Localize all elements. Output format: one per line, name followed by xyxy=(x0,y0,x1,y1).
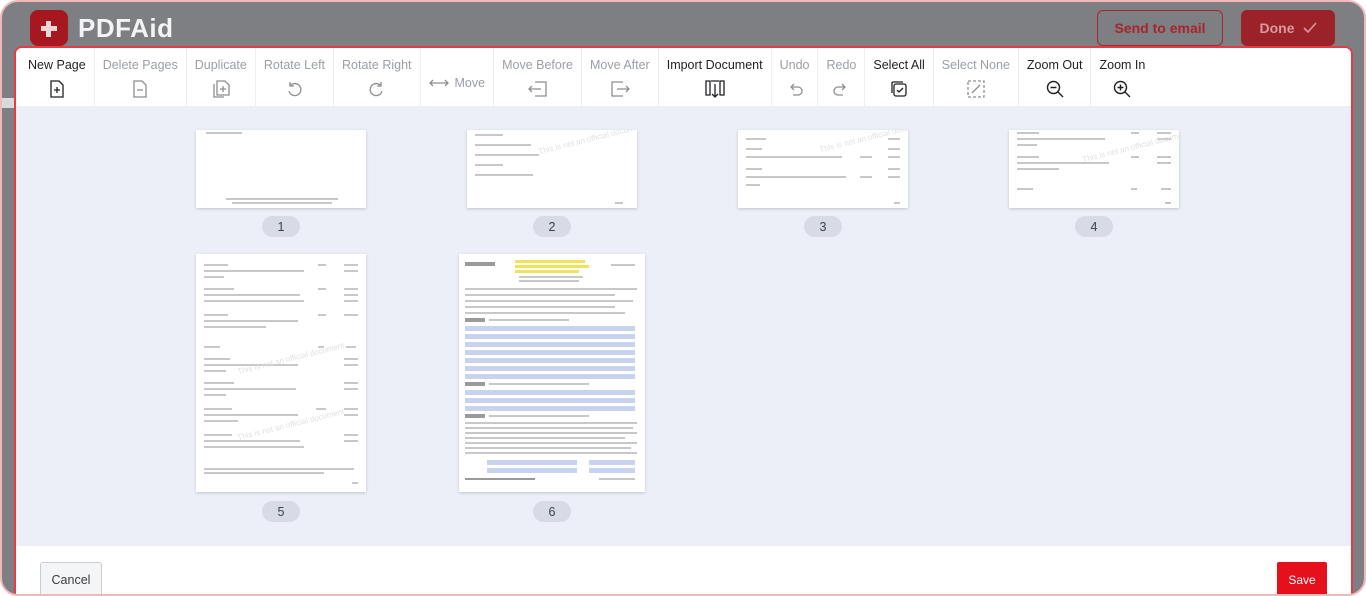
save-button[interactable]: Save xyxy=(1277,562,1327,594)
zoom-out-label: Zoom Out xyxy=(1026,58,1083,72)
select-all-button[interactable]: Select All xyxy=(865,48,934,106)
undo-icon xyxy=(789,83,803,96)
select-none-label: Select None xyxy=(941,58,1010,72)
delete-pages-label: Delete Pages xyxy=(102,58,178,72)
page-number-badge: 1 xyxy=(262,216,300,237)
delete-pages-icon xyxy=(133,80,147,98)
duplicate-label: Duplicate xyxy=(194,58,247,72)
rotate-left-icon xyxy=(288,82,302,97)
import-document-button[interactable]: Import Document xyxy=(659,48,772,106)
zoom-in-icon xyxy=(1114,80,1131,98)
rotate-right-label: Rotate Right xyxy=(342,58,412,72)
move-icon xyxy=(428,79,449,87)
zoom-in-label: Zoom In xyxy=(1099,58,1146,72)
app-window: PDFAid Send to email Done New Page Delet… xyxy=(0,0,1366,596)
undo-label: Undo xyxy=(779,58,810,72)
select-all-label: Select All xyxy=(873,58,925,72)
new-page-button[interactable]: New Page xyxy=(20,48,95,106)
move-after-label: Move After xyxy=(589,58,650,72)
move-after-icon xyxy=(611,81,630,97)
logo-plus-icon xyxy=(30,10,68,46)
background-page-edge xyxy=(2,98,14,108)
select-none-icon xyxy=(967,80,985,98)
toolbar: New Page Delete Pages Duplicate Rotate L… xyxy=(16,48,1351,106)
send-to-email-label: Send to email xyxy=(1114,20,1206,36)
select-all-icon xyxy=(891,81,907,97)
app-header: PDFAid Send to email Done xyxy=(2,2,1364,52)
page-thumbnail-6[interactable] xyxy=(459,254,645,492)
move-after-button[interactable]: Move After xyxy=(582,48,659,106)
rotate-right-button[interactable]: Rotate Right xyxy=(334,48,421,106)
rotate-right-icon xyxy=(369,82,383,97)
zoom-out-icon xyxy=(1046,80,1064,98)
import-document-label: Import Document xyxy=(666,58,763,72)
undo-button[interactable]: Undo xyxy=(772,48,819,106)
move-before-label: Move Before xyxy=(502,58,573,72)
move-button[interactable]: Move xyxy=(421,48,495,106)
duplicate-icon xyxy=(213,80,230,98)
send-to-email-button[interactable]: Send to email xyxy=(1097,10,1223,46)
page-number-badge: 5 xyxy=(262,501,300,522)
organize-pages-modal: New Page Delete Pages Duplicate Rotate L… xyxy=(14,46,1353,594)
delete-pages-button[interactable]: Delete Pages xyxy=(95,48,187,106)
select-none-button[interactable]: Select None xyxy=(934,48,1019,106)
page-thumbnail-4[interactable]: This is not an official document xyxy=(1009,130,1179,208)
redo-icon xyxy=(833,83,847,96)
page-thumbnail-5[interactable]: This is not an official document This is… xyxy=(196,254,366,492)
rotate-left-label: Rotate Left xyxy=(263,58,326,72)
zoom-in-button[interactable]: Zoom In xyxy=(1091,48,1153,106)
logo: PDFAid xyxy=(30,10,173,46)
page-thumbnail-1[interactable] xyxy=(196,130,366,208)
page-grid: 1 This is not an official document 2 Thi… xyxy=(16,106,1351,546)
redo-button[interactable]: Redo xyxy=(818,48,866,106)
page-number-badge: 4 xyxy=(1075,216,1113,237)
move-label: Move xyxy=(454,76,486,90)
cancel-button[interactable]: Cancel xyxy=(40,562,102,594)
page-number-badge: 6 xyxy=(533,501,571,522)
done-label: Done xyxy=(1259,20,1295,36)
page-number-badge: 3 xyxy=(804,216,842,237)
modal-footer: Cancel Save xyxy=(16,546,1351,594)
move-before-icon xyxy=(527,81,547,97)
zoom-out-button[interactable]: Zoom Out xyxy=(1019,48,1092,106)
new-page-label: New Page xyxy=(28,58,86,72)
checkmark-icon xyxy=(1302,22,1317,34)
move-before-button[interactable]: Move Before xyxy=(494,48,582,106)
redo-label: Redo xyxy=(826,58,857,72)
duplicate-button[interactable]: Duplicate xyxy=(187,48,256,106)
done-button[interactable]: Done xyxy=(1241,10,1335,46)
page-thumbnail-2[interactable]: This is not an official document xyxy=(467,130,637,208)
import-document-icon xyxy=(705,80,725,98)
page-number-badge: 2 xyxy=(533,216,571,237)
logo-text: PDFAid xyxy=(78,12,174,43)
rotate-left-button[interactable]: Rotate Left xyxy=(256,48,335,106)
new-page-icon xyxy=(50,80,64,98)
page-thumbnail-3[interactable]: This is not an official document xyxy=(738,130,908,208)
